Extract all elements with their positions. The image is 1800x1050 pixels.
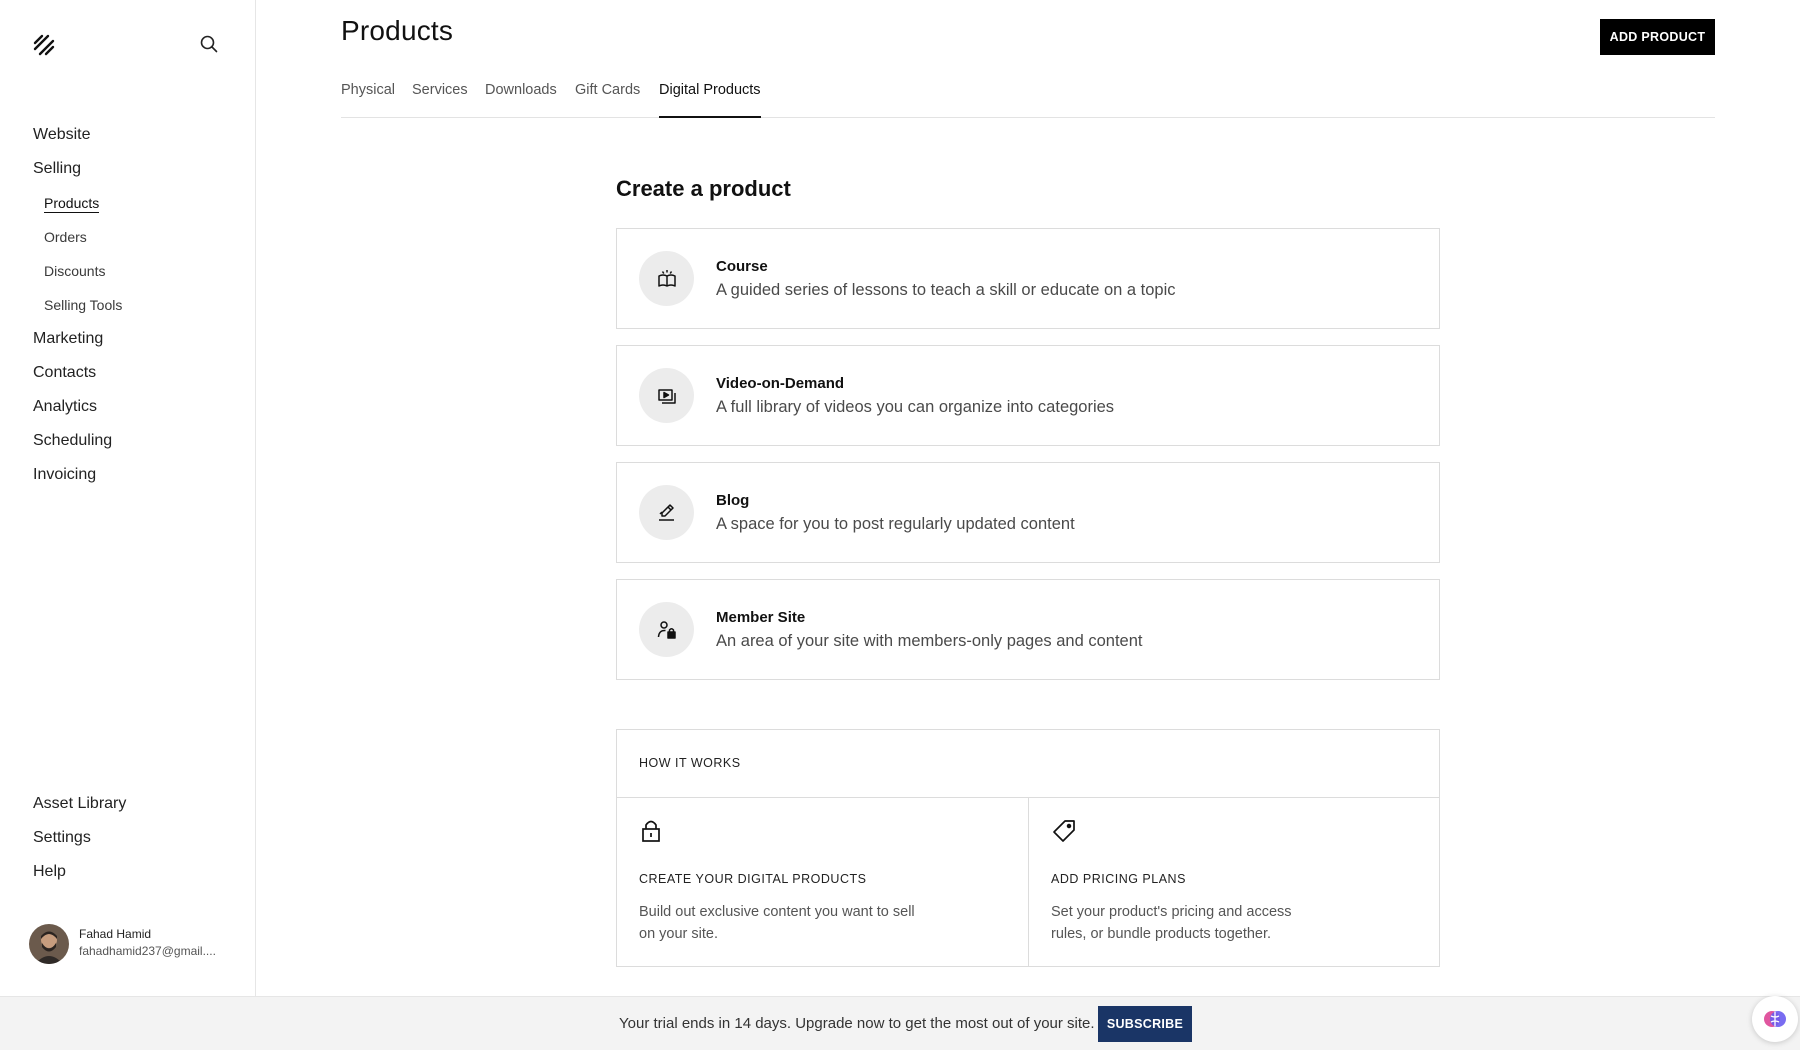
card-description: An area of your site with members-only p… xyxy=(716,632,1142,651)
nav-selling-tools[interactable]: Selling Tools xyxy=(33,288,243,322)
trial-message: Your trial ends in 14 days. Upgrade now … xyxy=(619,1015,1095,1032)
card-title: Video-on-Demand xyxy=(716,375,844,392)
page-title: Products xyxy=(341,15,453,47)
nav-analytics[interactable]: Analytics xyxy=(33,390,243,424)
pen-icon xyxy=(639,485,694,540)
sidebar: Website Selling Products Orders Discount… xyxy=(0,0,256,996)
user-email: fahadhamid237@gmail.... xyxy=(79,944,216,958)
blog-card[interactable]: Blog A space for you to post regularly u… xyxy=(616,462,1440,563)
nav-discounts[interactable]: Discounts xyxy=(33,254,243,288)
card-description: A space for you to post regularly update… xyxy=(716,515,1075,534)
card-title: Member Site xyxy=(716,609,805,626)
tab-downloads[interactable]: Downloads xyxy=(485,82,557,118)
nav-contacts[interactable]: Contacts xyxy=(33,356,243,390)
how-it-works-label: HOW IT WORKS xyxy=(639,756,741,770)
how-it-works-panel: HOW IT WORKS CREATE YOUR DIGITAL PRODUCT… xyxy=(616,729,1440,967)
how-it-works-header: HOW IT WORKS xyxy=(617,730,1439,798)
lock-icon xyxy=(639,818,663,844)
nav-orders[interactable]: Orders xyxy=(33,220,243,254)
tab-services[interactable]: Services xyxy=(412,82,468,118)
nav-help[interactable]: Help xyxy=(33,855,243,889)
tab-gift-cards[interactable]: Gift Cards xyxy=(575,82,640,118)
user-name: Fahad Hamid xyxy=(79,927,151,941)
price-tag-icon xyxy=(1051,818,1075,844)
how-step-text: Set your product's pricing and access ru… xyxy=(1051,901,1331,945)
tab-digital-products[interactable]: Digital Products xyxy=(659,82,761,118)
add-product-button[interactable]: ADD PRODUCT xyxy=(1600,19,1715,55)
course-card[interactable]: Course A guided series of lessons to tea… xyxy=(616,228,1440,329)
how-step-create: CREATE YOUR DIGITAL PRODUCTS Build out e… xyxy=(617,798,1028,966)
bottom-nav: Asset Library Settings Help xyxy=(33,787,243,889)
nav-scheduling[interactable]: Scheduling xyxy=(33,424,243,458)
subscribe-button[interactable]: SUBSCRIBE xyxy=(1098,1006,1192,1042)
product-type-tabs: Physical Services Downloads Gift Cards D… xyxy=(341,70,1715,118)
nav-invoicing[interactable]: Invoicing xyxy=(33,458,243,492)
how-step-text: Build out exclusive content you want to … xyxy=(639,901,919,945)
how-step-title: ADD PRICING PLANS xyxy=(1051,872,1186,886)
main-nav: Website Selling Products Orders Discount… xyxy=(33,118,243,492)
member-lock-icon xyxy=(639,602,694,657)
how-step-pricing: ADD PRICING PLANS Set your product's pri… xyxy=(1028,798,1439,966)
card-description: A guided series of lessons to teach a sk… xyxy=(716,281,1176,300)
nav-selling[interactable]: Selling xyxy=(33,152,243,186)
user-account[interactable]: Fahad Hamid fahadhamid237@gmail.... xyxy=(29,924,249,964)
card-description: A full library of videos you can organiz… xyxy=(716,398,1114,417)
nav-website[interactable]: Website xyxy=(33,118,243,152)
avatar xyxy=(29,924,69,964)
card-title: Blog xyxy=(716,492,749,509)
nav-products[interactable]: Products xyxy=(33,186,243,220)
section-title: Create a product xyxy=(616,176,791,202)
trial-banner: Your trial ends in 14 days. Upgrade now … xyxy=(0,996,1800,1050)
squarespace-logo-icon[interactable] xyxy=(31,32,57,58)
member-site-card[interactable]: Member Site An area of your site with me… xyxy=(616,579,1440,680)
how-step-title: CREATE YOUR DIGITAL PRODUCTS xyxy=(639,872,866,886)
tab-physical[interactable]: Physical xyxy=(341,82,395,118)
search-icon[interactable] xyxy=(198,33,222,57)
assistant-bubble-icon[interactable] xyxy=(1752,996,1798,1042)
video-library-icon xyxy=(639,368,694,423)
nav-asset-library[interactable]: Asset Library xyxy=(33,787,243,821)
card-title: Course xyxy=(716,258,768,275)
video-on-demand-card[interactable]: Video-on-Demand A full library of videos… xyxy=(616,345,1440,446)
nav-settings[interactable]: Settings xyxy=(33,821,243,855)
nav-products-label: Products xyxy=(44,195,99,213)
nav-marketing[interactable]: Marketing xyxy=(33,322,243,356)
book-icon xyxy=(639,251,694,306)
